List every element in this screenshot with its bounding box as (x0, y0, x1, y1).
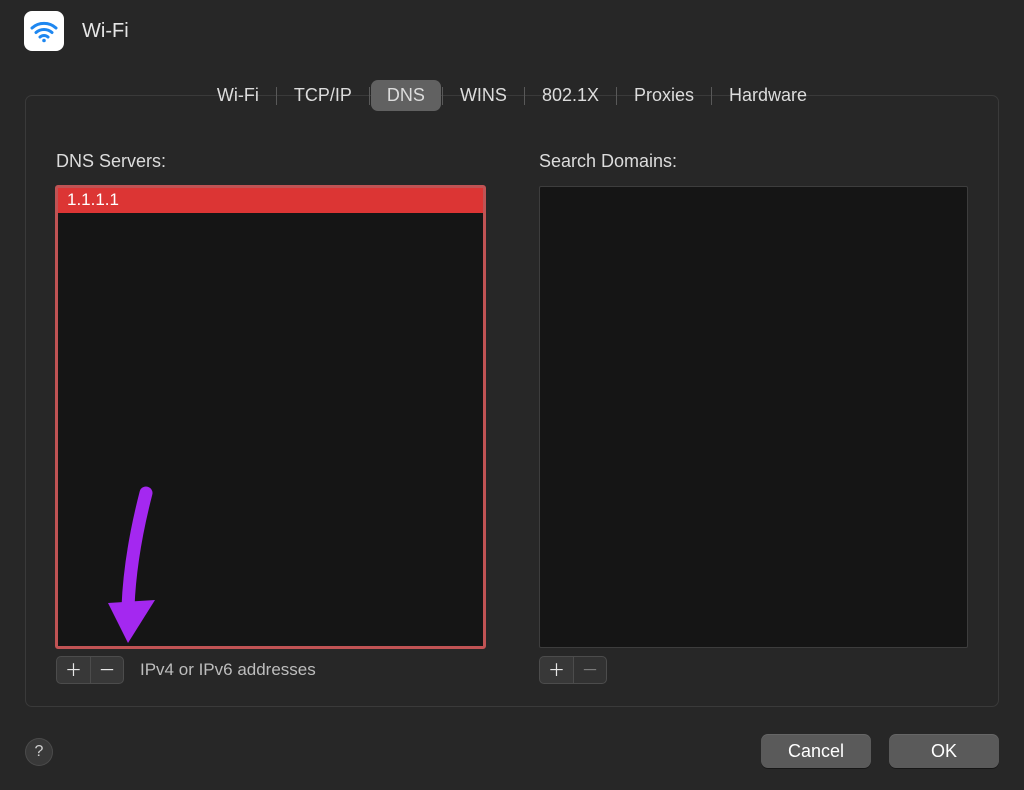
wifi-icon (24, 11, 64, 51)
tab-wins[interactable]: WINS (444, 80, 523, 111)
minus-icon: － (99, 662, 116, 679)
plus-icon: ＋ (65, 662, 82, 679)
dns-remove-button[interactable]: － (90, 656, 124, 684)
ok-button[interactable]: OK (889, 734, 999, 768)
help-icon: ? (35, 743, 44, 761)
tab-dns[interactable]: DNS (371, 80, 441, 111)
wifi-settings-window: Wi-Fi Wi-Fi TCP/IP DNS WINS 802.1X Proxi… (0, 0, 1024, 790)
search-domains-list[interactable] (539, 186, 968, 648)
help-button[interactable]: ? (25, 738, 53, 766)
tab-tcpip[interactable]: TCP/IP (278, 80, 368, 111)
dns-servers-label: DNS Servers: (56, 151, 485, 172)
tab-bar: Wi-Fi TCP/IP DNS WINS 802.1X Proxies Har… (201, 80, 823, 111)
search-domains-add-remove-group: ＋ － (539, 656, 607, 684)
dns-list-footer: ＋ － IPv4 or IPv6 addresses (56, 656, 485, 684)
dialog-footer: Cancel OK (761, 734, 999, 768)
search-domains-column: Search Domains: ＋ － (539, 151, 968, 684)
tab-8021x[interactable]: 802.1X (526, 80, 615, 111)
window-title: Wi-Fi (82, 20, 129, 43)
dns-servers-list[interactable]: 1.1.1.1 (56, 186, 485, 648)
settings-panel: DNS Servers: 1.1.1.1 ＋ － IPv4 or IPv6 ad… (25, 95, 999, 707)
dns-footer-hint: IPv4 or IPv6 addresses (140, 660, 316, 680)
dns-servers-column: DNS Servers: 1.1.1.1 ＋ － IPv4 or IPv6 ad… (56, 151, 485, 684)
cancel-button[interactable]: Cancel (761, 734, 871, 768)
tab-proxies[interactable]: Proxies (618, 80, 710, 111)
search-domains-label: Search Domains: (539, 151, 968, 172)
tab-hardware[interactable]: Hardware (713, 80, 823, 111)
search-domains-remove-button[interactable]: － (573, 656, 607, 684)
window-titlebar: Wi-Fi (0, 0, 1024, 62)
dns-server-row[interactable]: 1.1.1.1 (57, 187, 484, 213)
dns-add-button[interactable]: ＋ (56, 656, 90, 684)
tab-wifi[interactable]: Wi-Fi (201, 80, 275, 111)
search-domains-add-button[interactable]: ＋ (539, 656, 573, 684)
minus-icon: － (582, 662, 599, 679)
plus-icon: ＋ (548, 662, 565, 679)
search-domains-footer: ＋ － (539, 656, 968, 684)
dns-add-remove-group: ＋ － (56, 656, 124, 684)
